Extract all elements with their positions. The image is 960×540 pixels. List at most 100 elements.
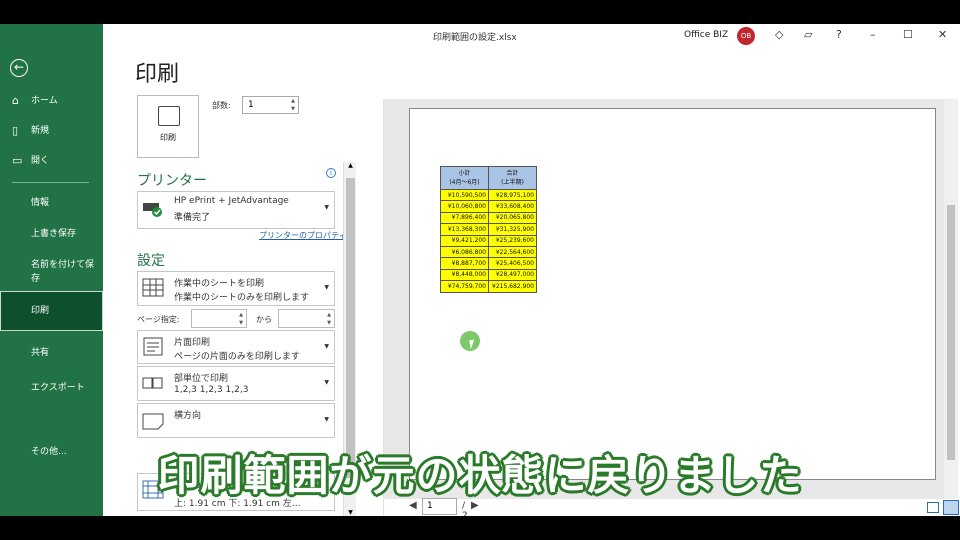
spinner-icon[interactable]: ▲ ▼ — [291, 97, 295, 113]
preview-page — [409, 108, 936, 480]
table-cell: ¥31,325,900 — [488, 223, 537, 236]
spinner-icon[interactable]: ▲ ▼ — [239, 311, 243, 327]
comment-icon[interactable]: ▱ — [804, 28, 812, 41]
sidebar-item-label: 開く — [31, 156, 50, 166]
info-icon[interactable]: i — [326, 168, 336, 178]
print-button[interactable]: 印刷 — [137, 95, 199, 158]
sides-select[interactable]: 片面印刷 ページの片面のみを印刷します ▼ — [137, 330, 335, 364]
pages-label: ページ指定: — [137, 315, 180, 324]
sidebar-divider — [12, 182, 89, 183]
sidebar-item-label: 上書き保存 — [31, 229, 77, 239]
sidebar-item-home[interactable]: ⌂ ホーム — [0, 88, 103, 114]
home-icon: ⌂ — [12, 94, 19, 107]
table-cell: ¥10,060,800 — [440, 200, 489, 213]
collate-select[interactable]: 部単位で印刷 1,2,3 1,2,3 1,2,3 ▼ — [137, 366, 335, 401]
sidebar-item-export[interactable]: エクスポート — [0, 375, 103, 401]
page-title: 印刷 — [135, 62, 180, 87]
pages-from-input[interactable]: ▲ ▼ — [191, 309, 247, 328]
copies-label: 部数: — [212, 101, 231, 110]
table-cell: ¥25,239,600 — [488, 234, 537, 247]
avatar[interactable]: OB — [737, 27, 755, 45]
chevron-down-icon: ▼ — [324, 204, 329, 211]
table-row: ¥13,368,300 ¥31,325,900 — [440, 223, 537, 236]
copies-input[interactable]: 1 ▲ ▼ — [242, 96, 299, 114]
sidebar-item-info[interactable]: 情報 — [0, 190, 103, 216]
printer-ready-icon — [143, 203, 162, 217]
sidebar-item-new[interactable]: ▯ 新規 — [0, 118, 103, 144]
table-cell: ¥9,421,200 — [440, 234, 489, 247]
sidebar-item-label: 名前を付けて保 — [31, 260, 95, 270]
table-cell: ¥215,682,900 — [488, 280, 537, 293]
close-icon[interactable]: ✕ — [938, 28, 947, 41]
spinner-icon[interactable]: ▲ ▼ — [327, 311, 331, 327]
sidebar-item-label: 存 — [31, 274, 41, 284]
sidebar-item-print[interactable]: 印刷 — [0, 291, 103, 331]
copies-value: 1 — [248, 100, 254, 110]
mouse-cursor-highlight — [460, 331, 480, 351]
printer-status: 準備完了 — [174, 213, 211, 223]
sidebar-item-share[interactable]: 共有 — [0, 340, 103, 366]
landscape-icon — [142, 413, 164, 430]
table-cell: ¥28,975,100 — [488, 188, 537, 202]
chevron-down-icon: ▼ — [324, 284, 329, 291]
setting-title: 部単位で印刷 — [174, 374, 229, 384]
settings-heading: 設定 — [137, 253, 165, 269]
table-cell: ¥20,065,800 — [488, 211, 537, 225]
pages-to-input[interactable]: ▲ ▼ — [278, 309, 335, 328]
document-title: 印刷範囲の設定.xlsx — [433, 33, 517, 43]
back-arrow-icon[interactable]: ← — [10, 59, 28, 77]
table-header-row: 小計 (4月〜6月) 合計 (上半期) — [440, 166, 537, 190]
sidebar-item-label: 情報 — [31, 198, 50, 208]
sidebar-item-label: エクスポート — [31, 383, 85, 393]
printer-select[interactable]: HP ePrint + JetAdvantage 準備完了 ▼ — [137, 191, 335, 229]
chevron-down-icon: ▼ — [324, 416, 329, 423]
setting-title: 作業中のシートを印刷 — [174, 279, 265, 289]
scroll-down-icon[interactable]: ▼ — [344, 509, 357, 516]
table-cell: ¥25,406,500 — [488, 257, 537, 270]
printer-properties-link[interactable]: プリンターのプロパティ — [259, 230, 347, 241]
pages-to-label: から — [256, 315, 272, 324]
diamond-icon[interactable]: ◇ — [775, 28, 783, 41]
orientation-select[interactable]: 横方向 ▼ — [137, 403, 335, 438]
column-header: 合計 (上半期) — [488, 166, 537, 190]
sidebar-item-open[interactable]: ▭ 開く — [0, 148, 103, 174]
table-cell: ¥6,086,800 — [440, 245, 489, 259]
table-cell: ¥28,497,000 — [488, 268, 537, 282]
help-icon[interactable]: ? — [836, 28, 842, 41]
table-cell: ¥7,896,400 — [440, 211, 489, 225]
table-cell: ¥8,887,700 — [440, 257, 489, 270]
column-header: 小計 (4月〜6月) — [440, 166, 489, 190]
maximize-icon[interactable]: ☐ — [903, 28, 913, 41]
excel-window: ← ⌂ ホーム ▯ 新規 ▭ 開く 情報 上書き保存 名前を付けて保 存 印刷 … — [0, 24, 960, 516]
table-cell: ¥8,448,000 — [440, 268, 489, 282]
printer-icon — [158, 106, 180, 126]
setting-title: 横方向 — [174, 411, 202, 421]
cursor-pointer-icon — [469, 339, 476, 350]
chevron-down-icon: ▼ — [324, 343, 329, 350]
table-cell: ¥74,759,700 — [440, 280, 489, 293]
sidebar-item-label: 共有 — [31, 348, 50, 358]
total-pages: / 2 — [462, 501, 468, 516]
scroll-thumb[interactable] — [947, 205, 955, 460]
setting-title: 片面印刷 — [174, 338, 211, 348]
scroll-thumb[interactable] — [346, 178, 355, 478]
table-cell: ¥13,368,300 — [440, 223, 489, 236]
setting-desc: 作業中のシートのみを印刷します — [174, 293, 310, 303]
account-name[interactable]: Office BIZ — [684, 30, 728, 40]
table-row: ¥7,896,400 ¥20,065,800 — [440, 211, 537, 225]
printer-name: HP ePrint + JetAdvantage — [174, 196, 289, 206]
scroll-up-icon[interactable]: ▲ — [344, 162, 357, 169]
show-margins-icon[interactable] — [927, 502, 939, 513]
print-button-label: 印刷 — [160, 133, 176, 142]
sidebar-item-label: 新規 — [31, 126, 50, 136]
table-cell: ¥22,564,600 — [488, 245, 537, 259]
preview-scrollbar[interactable] — [944, 99, 958, 499]
open-folder-icon: ▭ — [12, 154, 23, 167]
one-sided-icon — [143, 337, 163, 356]
title-bar: 印刷範囲の設定.xlsx Office BIZ OB ◇ ▱ ? – ☐ ✕ — [103, 24, 960, 50]
sidebar-item-save-as[interactable]: 名前を付けて保 存 — [0, 258, 103, 286]
print-what-select[interactable]: 作業中のシートを印刷 作業中のシートのみを印刷します ▼ — [137, 271, 335, 306]
sidebar-item-save[interactable]: 上書き保存 — [0, 221, 103, 247]
minimize-icon[interactable]: – — [870, 28, 876, 41]
table-row: ¥74,759,700 ¥215,682,900 — [440, 280, 537, 293]
